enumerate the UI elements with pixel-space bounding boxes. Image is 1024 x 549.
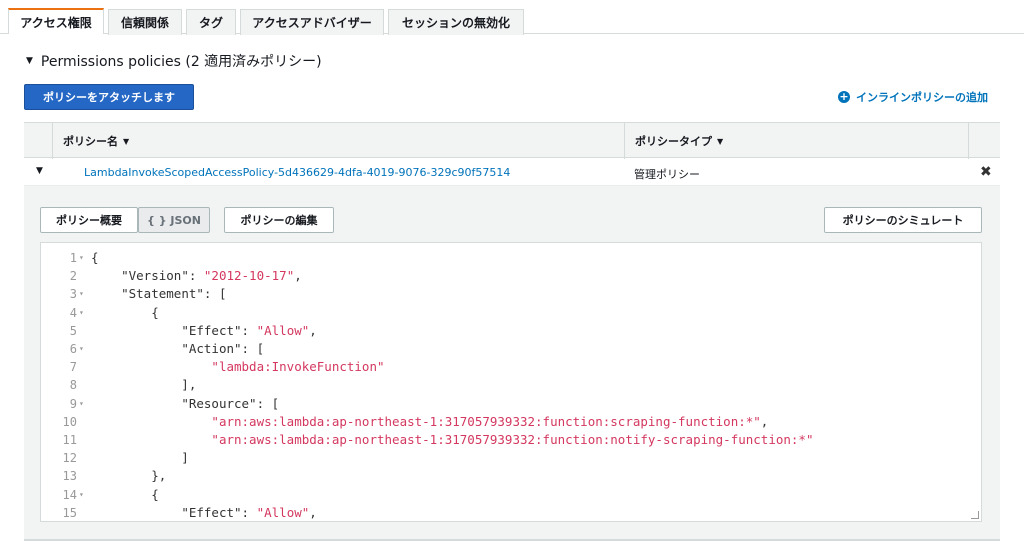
line-number: 7 [69, 360, 77, 375]
button-label: ポリシーの編集 [240, 214, 318, 227]
line-number: 8 [69, 378, 77, 393]
remove-policy-icon[interactable]: ✖ [980, 164, 992, 180]
add-inline-policy-link[interactable]: + インラインポリシーの追加 [838, 89, 988, 105]
code-text: "Statement": [ [121, 286, 227, 302]
table-row [24, 540, 1000, 549]
code-line: 9 ▾ "Resource": [ [41, 395, 981, 413]
code-text: "Effect": "Allow", [181, 322, 317, 338]
json-editor[interactable]: 1 ▾{2 "Version": "2012-10-17", 3 ▾ "Stateme… [40, 242, 982, 522]
code-text: }, [91, 468, 167, 484]
tab-revoke-sessions[interactable]: セッションの無効化 [388, 9, 524, 35]
edit-policy-button[interactable]: ポリシーの編集 [224, 207, 334, 233]
code-line: 4 ▾ { [41, 304, 981, 322]
line-number: 4 [69, 305, 77, 320]
code-text: "Effect": "Allow", [181, 504, 317, 520]
tab-access-advisor[interactable]: アクセスアドバイザー [240, 9, 384, 35]
button-label: ポリシー概要 [56, 214, 122, 227]
fold-caret-icon[interactable]: ▾ [79, 304, 84, 322]
line-number: 12 [62, 451, 77, 466]
tab-tags[interactable]: タグ [186, 9, 236, 35]
code-text: { [91, 304, 159, 320]
code-line: 1 ▾ { [41, 249, 981, 267]
line-number: 15 [62, 505, 77, 520]
tab-trust-relationships[interactable]: 信頼関係 [108, 9, 182, 35]
line-number: 2 [69, 269, 77, 284]
fold-caret-icon[interactable]: ▾ [79, 285, 84, 303]
code-text: ] [91, 450, 189, 466]
code-line: 11 "arn:aws:lambda:ap-northeast-1:317057… [41, 431, 981, 449]
tab-label: アクセスアドバイザー [252, 16, 372, 30]
line-number: 14 [62, 487, 77, 502]
column-header-policy-name[interactable]: ポリシー名 ▼ [52, 123, 624, 159]
code-line: 7 "lambda:InvokeFunction" [41, 358, 981, 376]
add-inline-policy-label: インラインポリシーの追加 [856, 91, 988, 104]
caret-down-icon: ▼ [26, 56, 33, 66]
code-line: 15 "Effect": "Allow", [41, 504, 981, 521]
code-text: { [91, 250, 99, 265]
table-row: ▼ LambdaInvokeScopedAccessPolicy-5d43662… [24, 158, 1000, 186]
code-line: 2 "Version": "2012-10-17", [41, 267, 981, 285]
code-line: 12 ] [41, 449, 981, 467]
sort-caret-icon: ▼ [123, 136, 130, 146]
column-header-policy-type[interactable]: ポリシータイプ ▼ [624, 123, 968, 159]
policy-type: 管理ポリシー [634, 168, 700, 181]
code-text: "Resource": [ [181, 395, 280, 411]
code-line: 10 "arn:aws:lambda:ap-northeast-1:317057… [41, 413, 981, 431]
line-number: 9 [69, 396, 77, 411]
tab-label: アクセス権限 [20, 15, 92, 30]
button-label: { } JSON [147, 213, 201, 227]
code-text: ], [91, 377, 197, 393]
code-line: 13 }, [41, 467, 981, 485]
code-text: "Version": "2012-10-17", [121, 268, 302, 284]
code-text: "arn:aws:lambda:ap-northeast-1:317057939… [211, 413, 769, 429]
line-number: 6 [69, 342, 77, 356]
line-number: 1 [69, 251, 77, 265]
fold-caret-icon[interactable]: ▾ [79, 249, 84, 267]
fold-caret-icon[interactable]: ▾ [79, 340, 84, 358]
attach-policy-button[interactable]: ポリシーをアタッチします [24, 84, 194, 110]
fold-caret-icon[interactable]: ▾ [79, 395, 84, 413]
plus-circle-icon: + [838, 90, 850, 103]
code-text: { [91, 486, 159, 502]
table-header: ポリシー名 ▼ ポリシータイプ ▼ [24, 122, 1000, 159]
permissions-policies-header[interactable]: ▼ Permissions policies (2 適用済みポリシー) [26, 51, 322, 71]
code-text: "Action": [ [181, 341, 265, 356]
code-line: 6 ▾ "Action": [ [41, 340, 981, 358]
simulate-policy-button[interactable]: ポリシーのシミュレート [824, 207, 982, 233]
policy-summary-button[interactable]: ポリシー概要 [40, 207, 138, 233]
expand-caret-icon[interactable]: ▼ [36, 166, 43, 176]
code-line: 5 "Effect": "Allow", [41, 322, 981, 340]
section-title: Permissions policies (2 適用済みポリシー) [40, 54, 322, 70]
tab-label: 信頼関係 [120, 16, 169, 30]
line-number: 5 [69, 323, 77, 338]
code-text: "lambda:InvokeFunction" [211, 359, 385, 375]
code-line: 14 ▾ { [41, 486, 981, 504]
column-label: ポリシータイプ [635, 135, 712, 148]
line-number: 10 [62, 414, 77, 429]
sort-caret-icon: ▼ [717, 136, 724, 146]
code-text: "arn:aws:lambda:ap-northeast-1:317057939… [211, 432, 814, 447]
line-number: 13 [62, 469, 77, 484]
json-view-button[interactable]: { } JSON [138, 207, 210, 233]
tab-label: セッションの無効化 [401, 16, 510, 30]
attach-policy-label: ポリシーをアタッチします [43, 91, 175, 104]
code-line: 8 ], [41, 376, 981, 394]
tab-permissions[interactable]: アクセス権限 [8, 8, 104, 34]
line-number: 3 [69, 287, 77, 302]
line-number: 11 [62, 433, 77, 447]
code-line: 3 ▾ "Statement": [ [41, 285, 981, 303]
tab-bar: アクセス権限 信頼関係 タグ アクセスアドバイザー セッションの無効化 [0, 0, 1024, 35]
tab-label: タグ [198, 16, 223, 30]
column-label: ポリシー名 [63, 135, 118, 148]
resize-handle-icon[interactable] [971, 511, 979, 519]
button-label: ポリシーのシミュレート [842, 214, 964, 227]
column-header-actions [968, 123, 1000, 159]
fold-caret-icon[interactable]: ▾ [79, 486, 84, 504]
policy-name-link[interactable]: LambdaInvokeScopedAccessPolicy-5d436629-… [84, 166, 510, 179]
